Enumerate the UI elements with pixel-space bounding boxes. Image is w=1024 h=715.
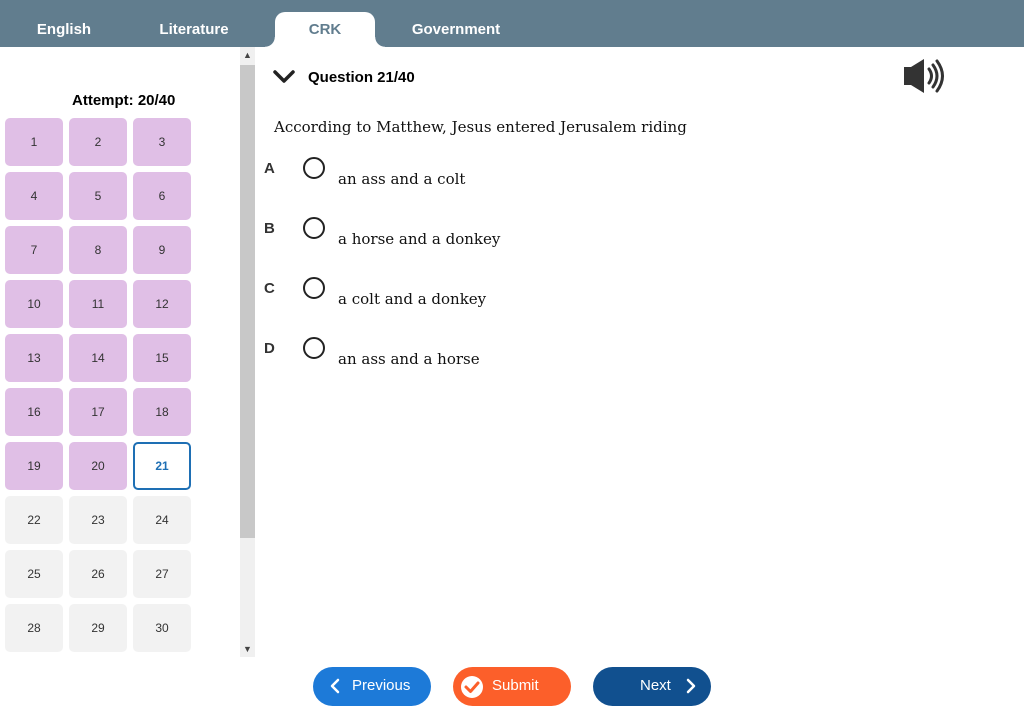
option-text: an ass and a horse (338, 350, 480, 368)
radio-button[interactable] (303, 277, 325, 299)
radio-button[interactable] (303, 337, 325, 359)
radio-button[interactable] (303, 217, 325, 239)
option-letter: B (264, 220, 275, 237)
option-text: an ass and a colt (338, 170, 466, 188)
question-cell[interactable]: 10 (5, 280, 63, 328)
scrollbar-thumb[interactable] (240, 65, 255, 538)
submit-button[interactable]: Submit (453, 667, 571, 706)
question-cell[interactable]: 6 (133, 172, 191, 220)
option-d[interactable]: D an ass and a horse (264, 337, 764, 390)
question-cell[interactable]: 18 (133, 388, 191, 436)
question-text: According to Matthew, Jesus entered Jeru… (274, 118, 687, 136)
question-cell[interactable]: 2 (69, 118, 127, 166)
option-letter: C (264, 280, 275, 297)
question-cell[interactable]: 23 (69, 496, 127, 544)
question-cell[interactable]: 30 (133, 604, 191, 652)
submit-label: Submit (492, 677, 539, 694)
question-cell[interactable]: 5 (69, 172, 127, 220)
question-cell[interactable]: 7 (5, 226, 63, 274)
radio-button[interactable] (303, 157, 325, 179)
question-cell[interactable]: 20 (69, 442, 127, 490)
question-cell[interactable]: 26 (69, 550, 127, 598)
question-cell[interactable]: 14 (69, 334, 127, 382)
question-cell[interactable]: 13 (5, 334, 63, 382)
question-cell[interactable]: 28 (5, 604, 63, 652)
question-cell[interactable]: 1 (5, 118, 63, 166)
question-cell[interactable]: 15 (133, 334, 191, 382)
tab-literature[interactable]: Literature (144, 12, 244, 47)
chevron-right-icon (686, 678, 696, 694)
chevron-down-icon[interactable] (272, 65, 296, 89)
subject-tab-bar: English Literature CRK Government (0, 0, 1024, 47)
navigator-scrollbar[interactable]: ▲ ▼ (240, 47, 255, 657)
attempt-counter: Attempt: 20/40 (72, 92, 176, 109)
question-cell[interactable]: 27 (133, 550, 191, 598)
chevron-left-icon (330, 678, 340, 694)
previous-label: Previous (352, 677, 411, 694)
option-letter: D (264, 340, 275, 357)
question-cell[interactable]: 9 (133, 226, 191, 274)
question-cell[interactable]: 11 (69, 280, 127, 328)
question-cell[interactable]: 4 (5, 172, 63, 220)
question-cell[interactable]: 17 (69, 388, 127, 436)
question-cell[interactable]: 19 (5, 442, 63, 490)
option-b[interactable]: B a horse and a donkey (264, 217, 764, 270)
next-label: Next (640, 677, 671, 694)
previous-button[interactable]: Previous (313, 667, 431, 706)
question-navigator-grid: 1 2 3 4 5 6 7 8 9 10 11 12 13 14 15 16 17 18 19 20 21 22 23 24 2… (5, 118, 195, 658)
question-cell[interactable]: 24 (133, 496, 191, 544)
tab-english[interactable]: English (14, 12, 114, 47)
question-cell[interactable]: 8 (69, 226, 127, 274)
question-header[interactable]: Question 21/40 (272, 64, 415, 90)
option-text: a horse and a donkey (338, 230, 501, 248)
question-cell[interactable]: 12 (133, 280, 191, 328)
question-cell[interactable]: 25 (5, 550, 63, 598)
scroll-down-arrow-icon[interactable]: ▼ (240, 641, 255, 657)
tab-crk[interactable]: CRK (265, 12, 385, 47)
question-cell[interactable]: 29 (69, 604, 127, 652)
speaker-icon[interactable] (902, 57, 946, 95)
question-cell[interactable]: 22 (5, 496, 63, 544)
option-text: a colt and a donkey (338, 290, 487, 308)
tab-government[interactable]: Government (396, 12, 516, 47)
question-cell[interactable]: 16 (5, 388, 63, 436)
option-a[interactable]: A an ass and a colt (264, 157, 764, 210)
check-circle-icon (461, 676, 483, 698)
question-number: Question 21/40 (308, 68, 415, 86)
option-letter: A (264, 160, 275, 177)
question-cell[interactable]: 3 (133, 118, 191, 166)
scroll-up-arrow-icon[interactable]: ▲ (240, 47, 255, 63)
option-c[interactable]: C a colt and a donkey (264, 277, 764, 330)
next-button[interactable]: Next (593, 667, 711, 706)
question-cell-current[interactable]: 21 (133, 442, 191, 490)
